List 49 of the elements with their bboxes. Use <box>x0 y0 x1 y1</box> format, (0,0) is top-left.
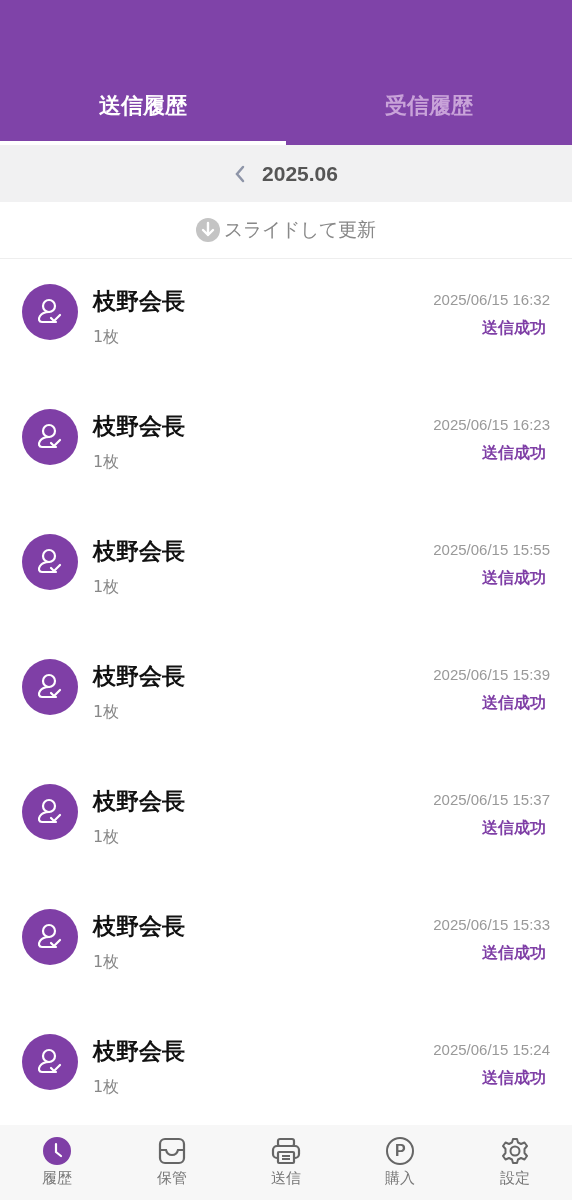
nav-item[interactable]: 履歴 <box>0 1125 115 1200</box>
contact-name: 枝野会長 <box>93 911 186 941</box>
nav-item[interactable]: 保管 <box>114 1125 229 1200</box>
timestamp: 2025/06/15 16:32 <box>433 290 550 308</box>
contact-name: 枝野会長 <box>93 661 186 691</box>
refresh-hint: スライドして更新 <box>224 217 376 242</box>
user-check-icon <box>22 783 78 840</box>
timestamp: 2025/06/15 15:39 <box>433 665 550 683</box>
page-count: 1枚 <box>93 951 121 973</box>
month-label: 2025.06 <box>262 161 338 186</box>
coin-icon: P <box>386 1137 415 1165</box>
timestamp: 2025/06/15 15:33 <box>433 915 550 933</box>
send-status: 送信成功 <box>482 942 547 964</box>
contact-name: 枝野会長 <box>93 1036 186 1066</box>
tab[interactable]: 受信履歴 <box>286 91 572 145</box>
clock-icon <box>43 1137 72 1165</box>
timestamp: 2025/06/15 15:24 <box>433 1040 550 1058</box>
user-check-icon <box>22 283 78 340</box>
user-check-icon <box>22 408 78 465</box>
page-count: 1枚 <box>93 701 121 723</box>
send-status: 送信成功 <box>482 817 547 839</box>
page-count: 1枚 <box>93 1076 121 1098</box>
nav-item[interactable]: 設定 <box>457 1125 572 1200</box>
send-status: 送信成功 <box>482 692 547 714</box>
send-status: 送信成功 <box>482 567 547 589</box>
nav-item[interactable]: P 購入 <box>343 1125 458 1200</box>
page-count: 1枚 <box>93 576 121 598</box>
page-count: 1枚 <box>93 326 121 348</box>
user-check-icon <box>22 1033 78 1090</box>
contact-name: 枝野会長 <box>93 411 186 441</box>
timestamp: 2025/06/15 15:37 <box>433 790 550 808</box>
send-status: 送信成功 <box>482 1067 547 1089</box>
page-count: 1枚 <box>93 451 121 473</box>
printer-icon <box>271 1137 301 1165</box>
nav-item[interactable]: 送信 <box>228 1125 344 1200</box>
tray-icon <box>157 1137 186 1165</box>
user-check-icon <box>22 533 78 590</box>
timestamp: 2025/06/15 15:55 <box>433 540 550 558</box>
page-count: 1枚 <box>93 826 121 848</box>
back-chevron-icon[interactable] <box>234 163 247 184</box>
timestamp: 2025/06/15 16:23 <box>433 415 550 433</box>
user-check-icon <box>22 908 78 965</box>
contact-name: 枝野会長 <box>93 286 186 316</box>
send-status: 送信成功 <box>482 442 547 464</box>
contact-name: 枝野会長 <box>93 536 186 566</box>
send-status: 送信成功 <box>482 317 547 339</box>
contact-name: 枝野会長 <box>93 786 186 816</box>
settings-icon <box>500 1137 529 1165</box>
user-check-icon <box>22 658 78 715</box>
